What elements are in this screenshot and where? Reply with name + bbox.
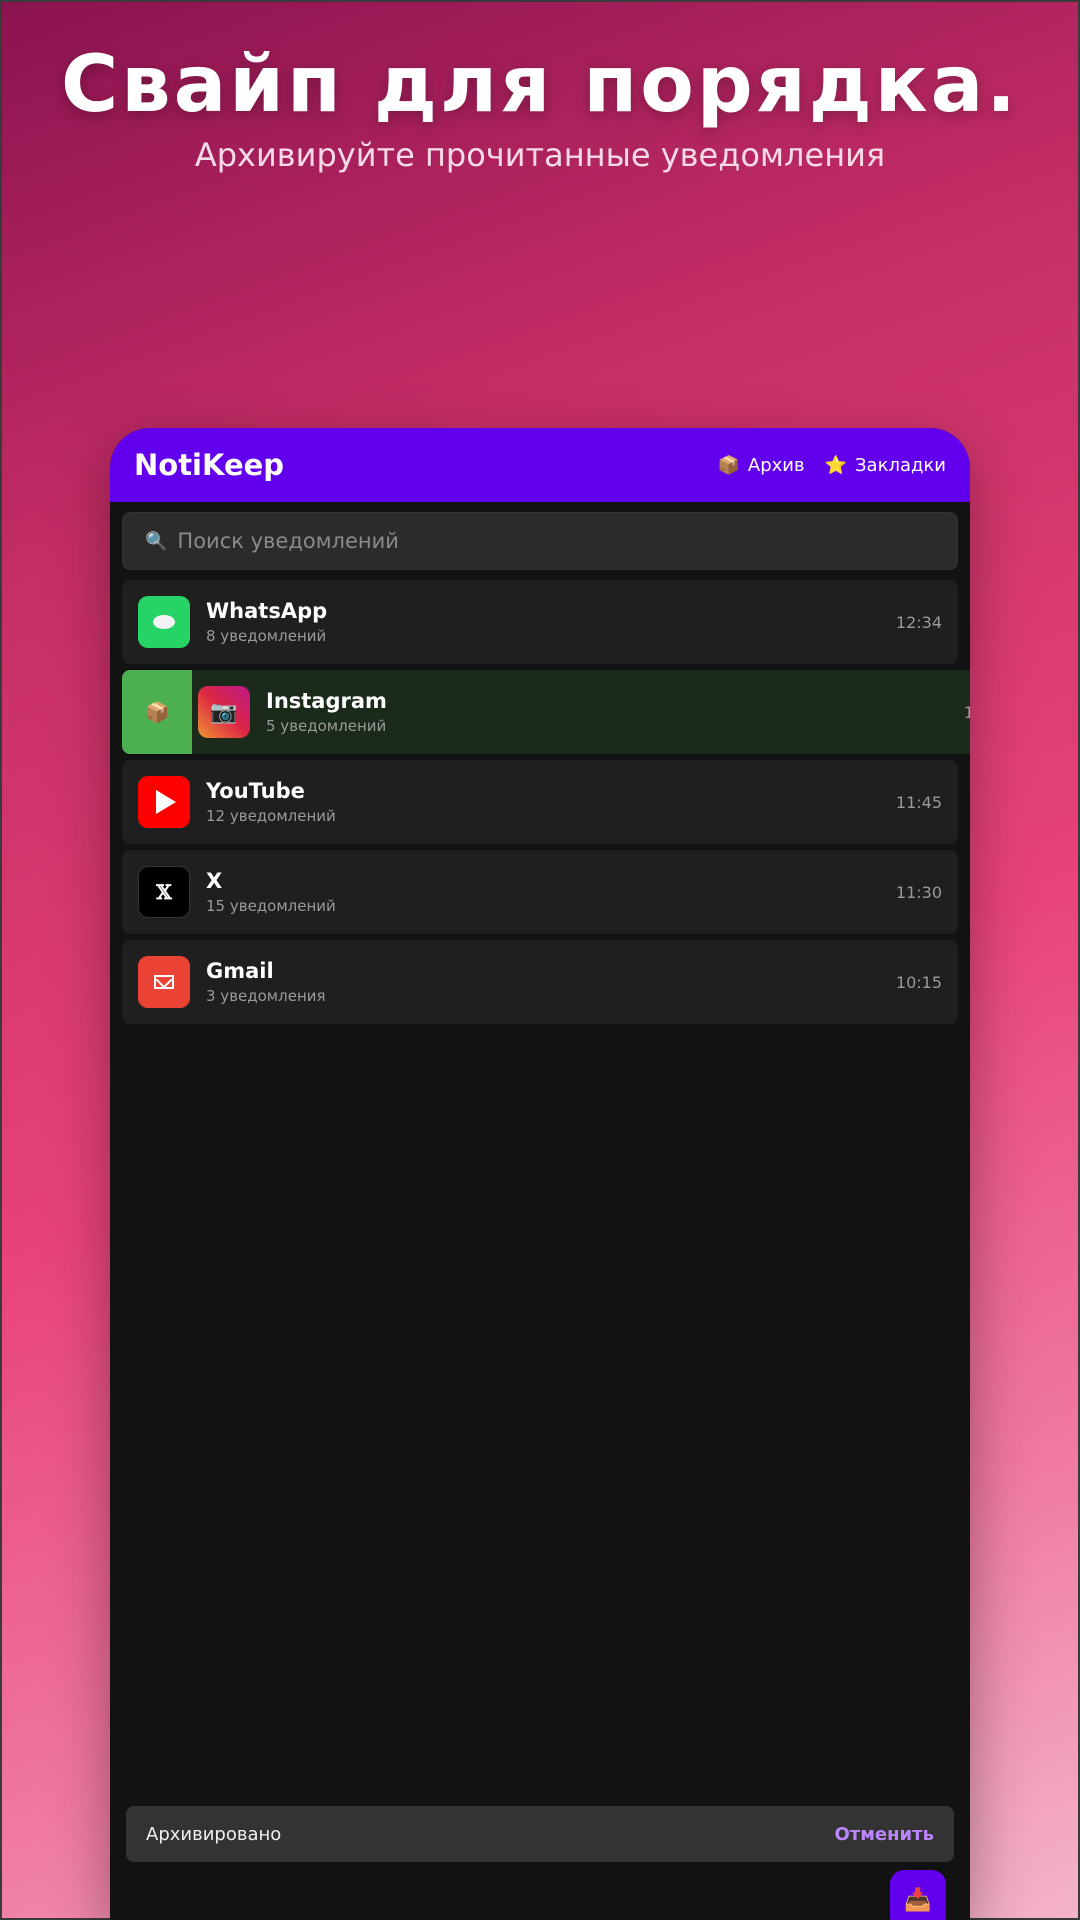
hero-subtitle: Архивируйте прочитанные уведомления: [194, 136, 886, 174]
row-time: 12:34: [895, 612, 942, 632]
inbox-icon: 📥: [904, 1887, 932, 1913]
star-icon: ⭐: [824, 454, 847, 476]
undo-button[interactable]: Отменить: [834, 1824, 934, 1845]
search-bar[interactable]: 🔍: [122, 512, 958, 570]
phone-screen: NotiKeep 📦 Архив ⭐ Закладки 🔍 WhatsApp 8…: [110, 428, 970, 1920]
hero-title: Свайп для порядка.: [61, 40, 1019, 130]
app-title: NotiKeep: [134, 448, 285, 482]
gmail-icon: [138, 956, 190, 1008]
row-count: 3 уведомления: [206, 987, 326, 1005]
row-title: YouTube: [206, 779, 305, 803]
youtube-icon: [138, 776, 190, 828]
hero-header: Свайп для порядка. Архивируйте прочитанн…: [0, 40, 1080, 174]
search-icon: 🔍: [145, 530, 168, 552]
notification-row-x[interactable]: 𝕏 X 15 уведомлений 11:30: [122, 850, 958, 934]
snackbar: Архивировано Отменить: [126, 1806, 954, 1862]
box-icon: 📦: [717, 454, 740, 476]
notification-row-instagram[interactable]: 📦 📷 Instagram 5 уведомлений 1: [122, 670, 970, 754]
notification-row-youtube[interactable]: YouTube 12 уведомлений 11:45: [122, 760, 958, 844]
row-time: 11:45: [895, 792, 942, 812]
row-time: 1: [963, 702, 970, 722]
swipe-archive-action[interactable]: 📦: [122, 670, 192, 754]
notification-list: WhatsApp 8 уведомлений 12:34 📦 📷 Instagr…: [110, 580, 970, 1024]
row-title: Instagram: [266, 689, 387, 713]
archive-label: Архив: [747, 454, 805, 476]
app-actions: 📦 Архив ⭐ Закладки: [717, 455, 946, 476]
app-bar: NotiKeep 📦 Архив ⭐ Закладки: [110, 428, 970, 502]
bookmarks-button[interactable]: ⭐ Закладки: [825, 455, 946, 476]
row-title: WhatsApp: [206, 599, 328, 623]
instagram-icon: 📷: [198, 686, 250, 738]
notification-row-gmail[interactable]: Gmail 3 уведомления 10:15: [122, 940, 958, 1024]
inbox-fab[interactable]: 📥: [890, 1870, 946, 1920]
bookmarks-label: Закладки: [855, 454, 946, 476]
notification-row-whatsapp[interactable]: WhatsApp 8 уведомлений 12:34: [122, 580, 958, 664]
row-time: 10:15: [895, 972, 942, 992]
row-count: 15 уведомлений: [206, 897, 336, 915]
box-icon: 📦: [144, 700, 170, 724]
row-title: X: [206, 869, 223, 893]
whatsapp-icon: [138, 596, 190, 648]
row-time: 11:30: [895, 882, 942, 902]
row-count: 12 уведомлений: [206, 807, 336, 825]
snackbar-text: Архивировано: [146, 1823, 282, 1845]
row-count: 8 уведомлений: [206, 627, 327, 645]
row-title: Gmail: [206, 959, 274, 983]
x-icon: 𝕏: [138, 866, 190, 918]
search-input[interactable]: [177, 529, 935, 553]
row-count: 5 уведомлений: [266, 717, 387, 735]
archive-button[interactable]: 📦 Архив: [717, 455, 804, 476]
